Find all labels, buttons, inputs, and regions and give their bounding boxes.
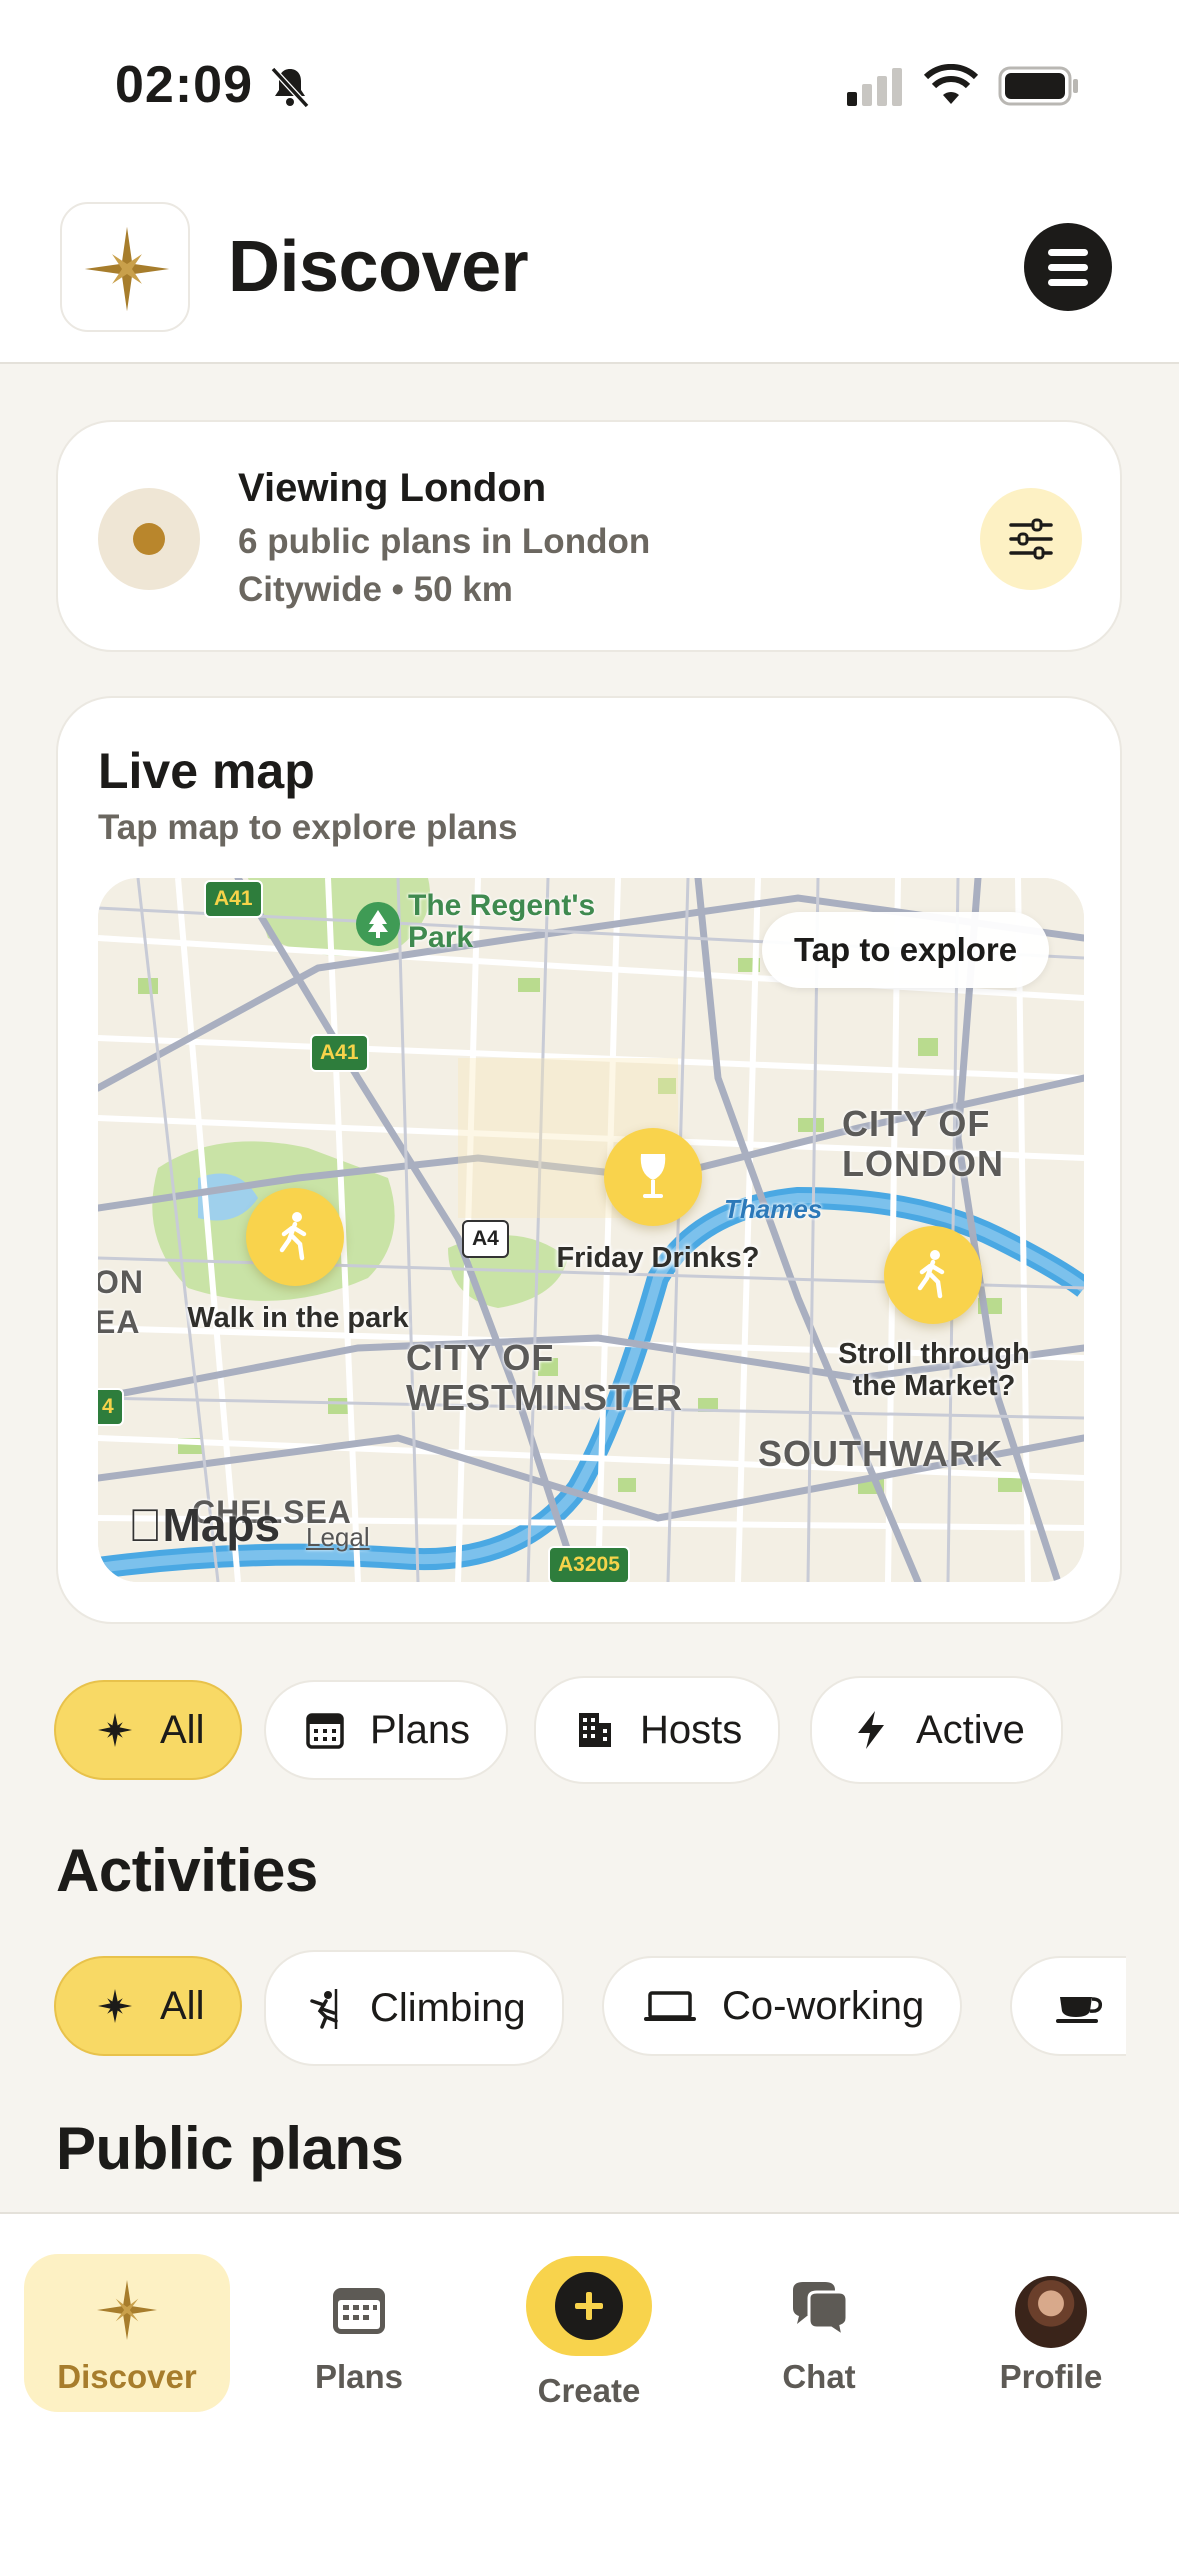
bell-muted-icon (270, 66, 310, 109)
location-title: Viewing London (238, 466, 547, 510)
chip-label: Plans (370, 1707, 471, 1752)
compass-star-icon (97, 2280, 157, 2340)
location-card[interactable]: Viewing London 6 public plans in London … (56, 420, 1122, 652)
tab-profile[interactable]: Profile (948, 2254, 1154, 2412)
filter-chip-hosts[interactable]: Hosts (534, 1676, 781, 1784)
road-sign-a4: A4 (462, 1220, 509, 1258)
map-label-city-of-london: CITY OF LONDON (842, 1103, 1004, 1184)
tab-plans[interactable]: Plans (256, 2254, 462, 2412)
map-pin-label: Stroll through the Market? (838, 1338, 1030, 1402)
tab-label: Discover (57, 2358, 197, 2395)
apple-maps-attribution: Maps (128, 1498, 280, 1552)
location-radius: Citywide • 50 km (238, 570, 513, 609)
filter-chip-all[interactable]: All (54, 1680, 243, 1780)
compass-star-icon (84, 226, 170, 312)
tab-label: Create (537, 2372, 641, 2409)
coffee-cup-icon (1052, 1985, 1108, 2027)
scroll-clip (1126, 1940, 1179, 2080)
apple-logo-icon:  (128, 1499, 163, 1551)
tab-label: Profile (999, 2358, 1103, 2395)
activities-title: Activities (56, 1837, 318, 1904)
wifi-icon (924, 64, 978, 104)
sparkle-icon (94, 1709, 136, 1751)
legal-link[interactable]: Legal (306, 1522, 370, 1553)
climbing-icon (304, 1987, 346, 2029)
road-sign-partial: 4 (98, 1388, 124, 1426)
map-pin-label: Friday Drinks? (556, 1242, 760, 1274)
menu-line (1048, 249, 1088, 256)
activity-chip-all[interactable]: All (54, 1956, 243, 2056)
park-icon (356, 902, 400, 946)
map-pin-drinks[interactable] (604, 1128, 702, 1226)
menu-button[interactable] (1024, 223, 1112, 311)
filter-chip-plans[interactable]: Plans (264, 1680, 509, 1780)
activity-chip-coworking[interactable]: Co-working (602, 1956, 963, 2056)
tab-chat[interactable]: Chat (716, 2254, 922, 2412)
tap-to-explore-button[interactable]: Tap to explore (762, 912, 1050, 988)
activity-chip-climbing[interactable]: Climbing (264, 1950, 564, 2066)
road-sign-a3205: A3205 (548, 1546, 630, 1582)
chip-label: Hosts (640, 1707, 743, 1752)
building-icon (574, 1709, 616, 1751)
location-indicator (98, 488, 200, 590)
menu-line (1048, 264, 1088, 271)
bottom-tab-bar: Discover Plans Create Chat Profile (0, 2212, 1179, 2556)
bolt-icon (850, 1709, 892, 1751)
map-label-thames: Thames (724, 1194, 823, 1224)
page-title: Discover (228, 227, 529, 307)
plus-circle (555, 2272, 623, 2340)
tab-label: Chat (782, 2358, 856, 2395)
live-map-subtitle: Tap map to explore plans (98, 808, 518, 847)
chat-bubbles-icon (793, 2282, 849, 2340)
chip-label: Climbing (370, 1985, 526, 2030)
status-bar: 02:09 (0, 0, 1179, 160)
road-sign-a41: A41 (204, 880, 263, 918)
map-label-westminster: CITY OF WESTMINSTER (406, 1337, 683, 1418)
road-sign-a41: A41 (310, 1034, 369, 1072)
tab-discover[interactable]: Discover (24, 2254, 230, 2412)
battery-icon (998, 66, 1078, 106)
app-header: Discover (0, 160, 1179, 364)
location-dot-icon (133, 523, 165, 555)
wine-glass-icon (640, 1154, 666, 1198)
calendar-icon (304, 1709, 346, 1751)
maps-wordmark: Maps (128, 1499, 281, 1551)
public-plans-title: Public plans (56, 2115, 404, 2182)
tab-label: Plans (314, 2358, 404, 2395)
map-label-regents-park: The Regent's Park (408, 889, 596, 954)
map-label-southwark: SOUTHWARK (758, 1433, 1003, 1474)
map-label-edge: ON EA (98, 1264, 144, 1340)
status-time: 02:09 (115, 56, 253, 114)
plans-count: 6 public plans in London (238, 522, 651, 561)
filter-chip-active[interactable]: Active (810, 1676, 1063, 1784)
walking-icon (917, 1250, 945, 1299)
live-map[interactable]: A41 A41 A4 A3205 4 The Regent's Park CIT… (98, 878, 1084, 1582)
map-pin-label: Walk in the park (187, 1302, 409, 1334)
sparkle-icon (94, 1985, 136, 2027)
filter-settings-button[interactable] (980, 488, 1082, 590)
chip-label: Active (916, 1707, 1025, 1752)
chip-label: All (160, 1707, 205, 1752)
plus-icon (575, 2292, 603, 2320)
map-pin-walk[interactable] (246, 1188, 344, 1286)
map-pin-stroll[interactable] (884, 1226, 982, 1324)
chip-label: All (160, 1983, 205, 2028)
walking-icon (279, 1212, 307, 1261)
laptop-icon (642, 1985, 698, 2027)
sliders-icon (1009, 518, 1053, 560)
menu-line (1048, 279, 1088, 286)
chip-label: Co-working (722, 1983, 925, 2028)
live-map-title: Live map (98, 743, 315, 799)
cellular-signal-icon (847, 68, 902, 106)
avatar (1015, 2276, 1087, 2348)
calendar-icon (333, 2288, 385, 2334)
create-button[interactable] (526, 2256, 652, 2356)
live-map-card: Live map Tap map to explore plans A41 A4… (56, 696, 1122, 1624)
app-logo (60, 202, 190, 332)
